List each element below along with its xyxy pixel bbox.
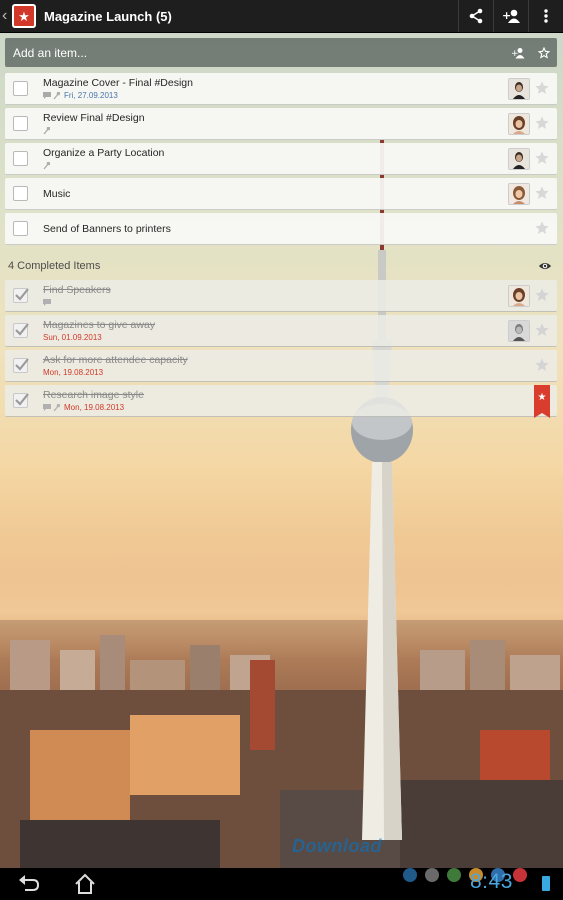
task-checkbox-checked[interactable] <box>13 393 29 408</box>
task-meta: Mon, 19.08.2013 <box>43 368 103 377</box>
task-list: Magazine Cover - Final #Design Fri, 27.0… <box>5 73 557 248</box>
star-icon[interactable] <box>534 80 550 96</box>
task-title: Magazine Cover - Final #Design <box>43 77 193 89</box>
star-outline-icon <box>538 46 550 59</box>
task-title: Music <box>43 188 71 200</box>
avatar[interactable] <box>508 113 530 135</box>
star-button[interactable] <box>531 38 557 67</box>
task-meta <box>43 126 50 135</box>
notification-dot[interactable] <box>447 868 461 882</box>
task-checkbox-checked[interactable] <box>13 358 29 373</box>
task-title: Find Speakers <box>43 284 111 296</box>
task-meta <box>43 298 51 307</box>
add-item-bar: + <box>5 37 557 68</box>
list-title: Magazine Launch (5) <box>44 8 172 24</box>
task-row[interactable]: Send of Banners to printers <box>5 213 557 245</box>
task-row[interactable]: Music <box>5 178 557 210</box>
notification-dot[interactable] <box>425 868 439 882</box>
task-title: Review Final #Design <box>43 112 145 124</box>
paperclip-icon <box>43 161 50 169</box>
system-clock[interactable]: 8:43 <box>470 870 513 894</box>
completed-task-row[interactable]: Research image style Mon, 19.08.2013 ★ <box>5 385 557 418</box>
completed-task-row[interactable]: Ask for more attendee capacity Mon, 19.0… <box>5 350 557 382</box>
back-icon[interactable] <box>17 872 41 896</box>
completed-task-row[interactable]: Magazines to give away Sun, 01.09.2013 <box>5 315 557 347</box>
share-icon <box>469 8 483 24</box>
task-checkbox[interactable] <box>13 221 28 236</box>
task-meta: Fri, 27.09.2013 <box>43 91 118 100</box>
notification-dot[interactable] <box>403 868 417 882</box>
due-date: Mon, 19.08.2013 <box>64 403 125 412</box>
star-logo-icon: ★ <box>18 8 30 24</box>
due-date: Fri, 27.09.2013 <box>64 91 118 100</box>
eye-icon[interactable] <box>538 259 552 273</box>
task-checkbox[interactable] <box>13 81 28 96</box>
starred-flag-icon[interactable]: ★ <box>534 385 550 418</box>
paperclip-icon <box>43 126 50 134</box>
completed-header[interactable]: 4 Completed Items <box>8 258 552 274</box>
app-logo[interactable]: ★ <box>12 4 36 28</box>
due-date: Sun, 01.09.2013 <box>43 333 102 342</box>
watermark-text: Download <box>292 836 382 856</box>
flag-star-icon: ★ <box>537 392 547 403</box>
star-icon[interactable] <box>534 185 550 201</box>
task-title: Research image style <box>43 389 144 401</box>
star-icon[interactable] <box>534 115 550 131</box>
add-person-button[interactable]: + <box>493 0 528 32</box>
task-checkbox[interactable] <box>13 151 28 166</box>
task-meta <box>43 161 50 170</box>
paperclip-icon <box>53 91 60 99</box>
task-checkbox[interactable] <box>13 116 28 131</box>
task-meta: Mon, 19.08.2013 <box>43 403 124 412</box>
avatar[interactable] <box>508 78 530 100</box>
star-icon[interactable] <box>534 322 550 338</box>
task-row[interactable]: Magazine Cover - Final #Design Fri, 27.0… <box>5 73 557 105</box>
avatar[interactable] <box>508 183 530 205</box>
checkmark-icon <box>15 323 29 336</box>
completed-task-list: Find Speakers Magazines to give away Sun… <box>5 280 557 420</box>
city-skyline <box>0 620 563 870</box>
task-row[interactable]: Organize a Party Location <box>5 143 557 175</box>
checkmark-icon <box>15 358 29 371</box>
notification-dot[interactable] <box>513 868 527 882</box>
note-icon <box>43 92 51 99</box>
completed-task-row[interactable]: Find Speakers <box>5 280 557 312</box>
battery-icon[interactable] <box>542 876 550 891</box>
completed-count-label: 4 Completed Items <box>8 260 101 272</box>
task-row[interactable]: Review Final #Design <box>5 108 557 140</box>
task-checkbox-checked[interactable] <box>13 288 29 303</box>
person-add-icon: + <box>511 47 525 59</box>
avatar[interactable] <box>508 148 530 170</box>
task-title: Organize a Party Location <box>43 147 165 159</box>
task-checkbox[interactable] <box>13 186 28 201</box>
due-date: Mon, 19.08.2013 <box>43 368 104 377</box>
star-icon[interactable] <box>534 220 550 236</box>
note-icon <box>43 299 51 306</box>
overflow-menu-button[interactable] <box>528 0 563 32</box>
share-button[interactable] <box>458 0 493 32</box>
chevron-left-icon[interactable]: ‹ <box>2 0 10 32</box>
home-icon[interactable] <box>73 872 97 896</box>
task-title: Magazines to give away <box>43 319 156 331</box>
svg-text:+: + <box>502 9 511 22</box>
note-icon <box>43 404 51 411</box>
task-checkbox-checked[interactable] <box>13 323 29 338</box>
checkmark-icon <box>15 393 29 406</box>
app-root: ‹ ★ Magazine Launch (5) + + <box>0 0 563 900</box>
overflow-menu-icon <box>544 9 548 23</box>
paperclip-icon <box>53 403 60 411</box>
assign-button[interactable]: + <box>505 38 531 67</box>
checkmark-icon <box>15 288 29 301</box>
add-item-input[interactable] <box>5 37 505 68</box>
star-icon[interactable] <box>534 150 550 166</box>
add-person-icon: + <box>502 9 520 23</box>
avatar[interactable] <box>508 320 530 342</box>
star-icon[interactable] <box>534 357 550 373</box>
avatar[interactable] <box>508 285 530 307</box>
action-bar: ‹ ★ Magazine Launch (5) + <box>0 0 563 32</box>
task-title: Send of Banners to printers <box>43 223 171 235</box>
task-title: Ask for more attendee capacity <box>43 354 188 366</box>
star-icon[interactable] <box>534 287 550 303</box>
task-meta: Sun, 01.09.2013 <box>43 333 102 342</box>
